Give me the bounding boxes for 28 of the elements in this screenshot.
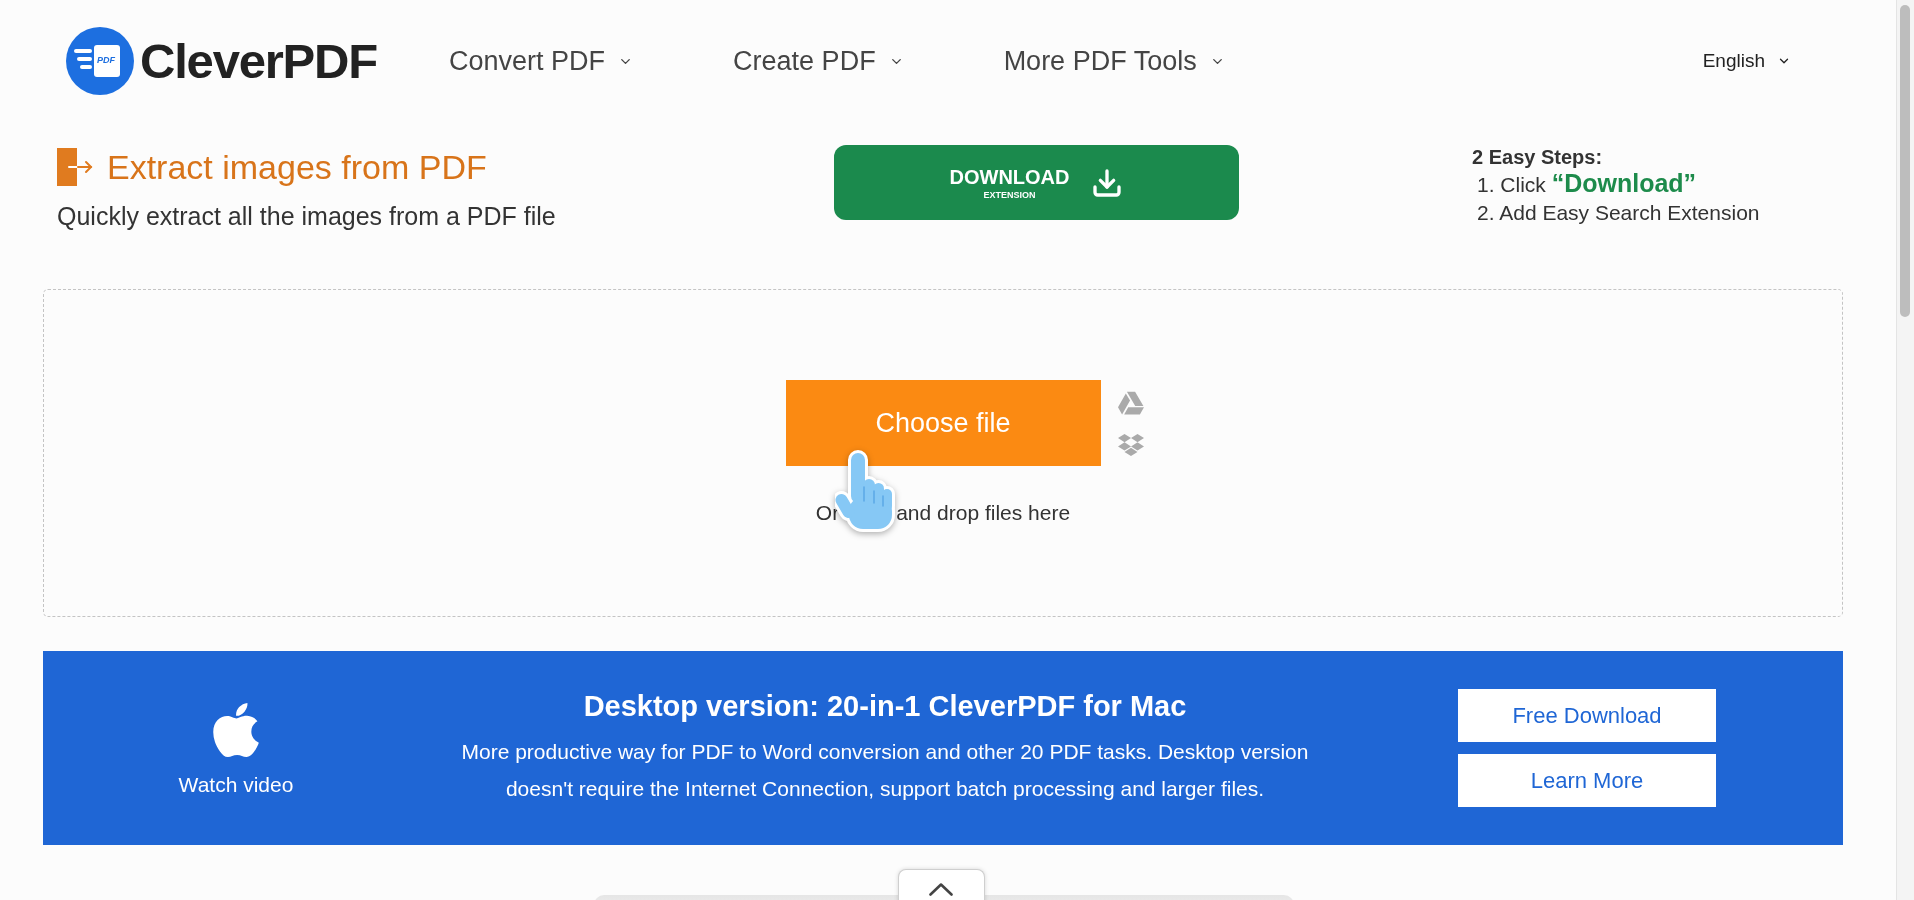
logo-icon [66,27,134,95]
step-item: 2. Add Easy Search Extension [1476,200,1760,226]
download-extension-button[interactable]: DOWNLOAD EXTENSION [834,145,1239,220]
promo-title: Desktop version: 20-in-1 CleverPDF for Mac [583,689,1187,723]
tool-title: Extract images from PDF [107,147,487,187]
drive-icon[interactable] [1117,390,1144,416]
nav-menu-item[interactable]: Convert PDF [449,45,634,77]
tool-subtitle: Quickly extract all the images from a PDF file [57,202,557,230]
promo-text: More productive way for PDF to Word conversion and other 20 PDF tasks. Desktop version doesn't require the Internet Connection, support batch processing and larger files. [460,738,1310,802]
logo-wordmark[interactable]: CleverPDF [140,34,378,88]
dropbox-icon[interactable] [1117,432,1144,458]
logo-mark-text: PDF [97,55,115,65]
drop-hint-text: and drop files here [896,501,1071,525]
drop-hint-text: Or [815,501,840,525]
promo-button[interactable]: Free Download [1458,689,1716,742]
door-arrow-icon [57,148,93,186]
language-selector[interactable]: English [1702,50,1791,72]
file-drop-zone[interactable]: Choose file Or and drop files here [43,289,1843,617]
scrollbar-thumb[interactable] [1900,5,1910,317]
chevron-up-icon [929,883,953,896]
watch-video-link[interactable]: Watch video [178,773,294,797]
download-icon [1091,166,1124,199]
back-to-top-button[interactable] [897,869,985,900]
steps-title: 2 Easy Steps: [1472,145,1604,169]
nav-menu-item[interactable]: More PDF Tools [1003,45,1225,77]
step-item: 1. Click “Download” [1476,169,1698,199]
promo-button[interactable]: Learn More [1458,754,1716,807]
nav-menu-item[interactable]: Create PDF [733,45,904,77]
